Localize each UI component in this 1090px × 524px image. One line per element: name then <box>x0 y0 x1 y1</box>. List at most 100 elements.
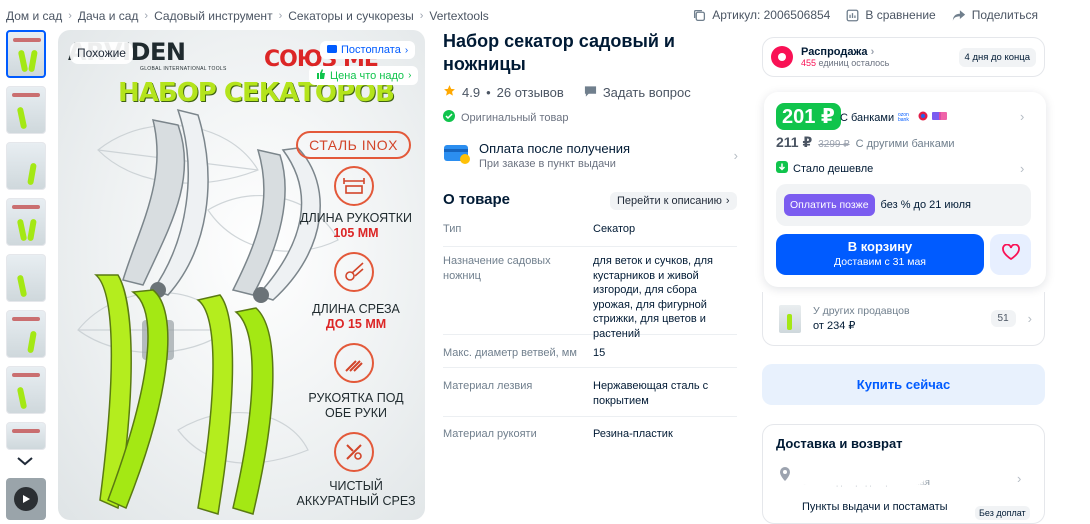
spec-key: Тип <box>443 223 462 235</box>
with-banks-label: С банками <box>840 111 895 124</box>
thumbs-up-icon <box>316 69 326 82</box>
other-sellers[interactable]: У других продавцов от 234 ₽ 51 › <box>762 292 1045 346</box>
breadcrumb-item[interactable]: Дача и сад <box>78 9 139 23</box>
add-to-cart-button[interactable]: В корзину Доставим с 31 мая <box>776 234 984 275</box>
clean-cut-icon <box>334 432 374 472</box>
goto-description-label: Перейти к описанию <box>617 195 722 207</box>
spec-key: Материал лезвия <box>443 380 533 392</box>
pickup-points[interactable]: Пункты выдачи и постаматы <box>802 501 948 513</box>
original-product: Оригинальный товар <box>443 110 569 125</box>
other-price: 211 ₽ <box>776 134 813 150</box>
chat-icon <box>584 85 597 100</box>
chevron-right-icon: › <box>725 195 730 207</box>
spec-value: 15 <box>593 347 606 359</box>
compare-button[interactable]: В сравнение <box>846 8 936 22</box>
good-price-label: Цена что надо <box>330 69 405 82</box>
sale-days-left: 4 дня до конца <box>958 47 1036 67</box>
feature-value: ДО 15 ММ <box>325 317 387 331</box>
spec-row: Материал лезвия Нержавеющая сталь с покр… <box>443 379 737 417</box>
spec-key: Материал рукояти <box>443 428 537 440</box>
sale-banner[interactable]: Распродажа › 455 единиц осталось 4 дня д… <box>762 37 1045 77</box>
sale-remaining-count: 455 <box>801 58 817 68</box>
pay-after-receive[interactable]: Оплата после получения При заказе в пунк… <box>443 141 738 170</box>
pay-later-button[interactable]: Оплатить позже <box>784 194 875 216</box>
pay-after-title: Оплата после получения <box>479 141 631 156</box>
spec-row: Материал рукояти Резина-пластик <box>443 427 737 449</box>
article-number[interactable]: Артикул: 2006506854 <box>693 8 830 22</box>
breadcrumb-item[interactable]: Дом и сад <box>6 9 62 23</box>
spec-row: Макс. диаметр ветвей, мм 15 <box>443 346 737 368</box>
top-actions: Артикул: 2006506854 В сравнение Поделить… <box>693 8 1038 22</box>
copy-icon <box>693 9 706 22</box>
add-to-cart-label: В корзину <box>847 239 913 254</box>
thumbnail[interactable] <box>6 198 46 246</box>
compare-label: В сравнение <box>865 8 936 22</box>
feature-label: ДЛИНА РУКОЯТКИ <box>299 211 412 225</box>
old-price: 3299 ₽ <box>818 139 850 150</box>
other-banks-price: 211 ₽ 3299 ₽ С другими банками <box>776 134 955 151</box>
product-title: Набор секатор садовый и ножницы <box>443 31 675 74</box>
star-icon <box>443 84 456 100</box>
chevron-right-icon: › <box>1020 109 1025 124</box>
steel-label: СТАЛЬ INOX <box>296 131 411 159</box>
bank-logos-icon: ozon bank <box>898 110 950 125</box>
svg-text:bank: bank <box>898 117 909 122</box>
chevron-right-icon: › <box>733 148 738 163</box>
cheaper-label: Стало дешевле <box>793 162 874 175</box>
thumbnail[interactable] <box>6 422 46 450</box>
with-banks[interactable]: С банками ozon bank <box>840 110 950 125</box>
favorite-button[interactable] <box>990 234 1031 275</box>
cut-length-icon <box>334 252 374 292</box>
check-circle-icon <box>443 110 455 125</box>
location-pin-icon <box>779 467 791 486</box>
thumbnail[interactable] <box>6 30 46 78</box>
spec-value: Нержавеющая сталь с покрытием <box>593 380 709 407</box>
feature-label: ДЛИНА СРЕЗА <box>312 302 400 316</box>
postpay-chip[interactable]: Постоплата › <box>320 41 416 59</box>
chevron-right-icon: › <box>1020 161 1025 176</box>
feature-label: РУКОЯТКА ПОД ОБЕ РУКИ <box>308 391 404 420</box>
breadcrumb-item[interactable]: Vertextools <box>429 9 488 23</box>
sale-remaining-text: единиц осталось <box>818 58 890 68</box>
redacted-area <box>797 465 925 485</box>
breadcrumb-separator-icon: › <box>419 10 424 22</box>
breadcrumb-item[interactable]: Садовый инструмент <box>154 9 272 23</box>
cheaper-row[interactable]: Стало дешевле <box>776 161 873 176</box>
spec-key: Назначение садовых ножниц <box>443 255 551 282</box>
share-button[interactable]: Поделиться <box>952 8 1038 22</box>
video-thumbnail[interactable] <box>6 478 46 520</box>
chevron-right-icon: › <box>1027 311 1032 326</box>
similar-badge[interactable]: Похожие <box>70 42 133 64</box>
breadcrumb-separator-icon: › <box>144 10 149 22</box>
pay-after-subtitle: При заказе в пункт выдачи <box>479 158 616 170</box>
feature-clean-cut: ЧИСТЫЙ АККУРАТНЫЙ СРЕЗ <box>296 479 416 509</box>
thumbnail-list <box>6 30 46 458</box>
pay-later-row: Оплатить позже без % до 21 июля <box>776 184 1031 226</box>
buy-now-button[interactable]: Купить сейчас <box>762 364 1045 405</box>
compare-icon <box>846 9 859 22</box>
thumbnail[interactable] <box>6 86 46 134</box>
breadcrumb-separator-icon: › <box>68 10 72 22</box>
heart-icon <box>1001 243 1020 265</box>
arrow-down-icon <box>776 161 788 176</box>
ruler-icon <box>334 166 374 206</box>
chevron-down-icon[interactable] <box>16 454 34 472</box>
thumbnail[interactable] <box>6 366 46 414</box>
thumbnail[interactable] <box>6 254 46 302</box>
no-extra-fee-badge: Без доплат <box>975 506 1030 520</box>
reviews-link[interactable]: 26 отзывов <box>497 85 564 100</box>
spec-value: Резина-пластик <box>593 428 673 440</box>
good-price-chip[interactable]: Цена что надо › <box>309 66 419 85</box>
other-sellers-price: от 234 ₽ <box>813 320 856 332</box>
spec-value: для веток и сучков, для кустарников и жи… <box>593 255 713 340</box>
breadcrumb-separator-icon: › <box>278 10 283 22</box>
thumbnail[interactable] <box>6 310 46 358</box>
thumbnail[interactable] <box>6 142 46 190</box>
goto-description-button[interactable]: Перейти к описанию › <box>610 192 737 210</box>
ask-question-link[interactable]: Задать вопрос <box>603 85 691 100</box>
breadcrumb-item[interactable]: Секаторы и сучкорезы <box>288 9 414 23</box>
share-icon <box>952 9 966 22</box>
delivery-heading: Доставка и возврат <box>776 436 903 451</box>
card-icon <box>443 141 471 170</box>
spec-row: Назначение садовых ножниц для веток и су… <box>443 254 737 340</box>
